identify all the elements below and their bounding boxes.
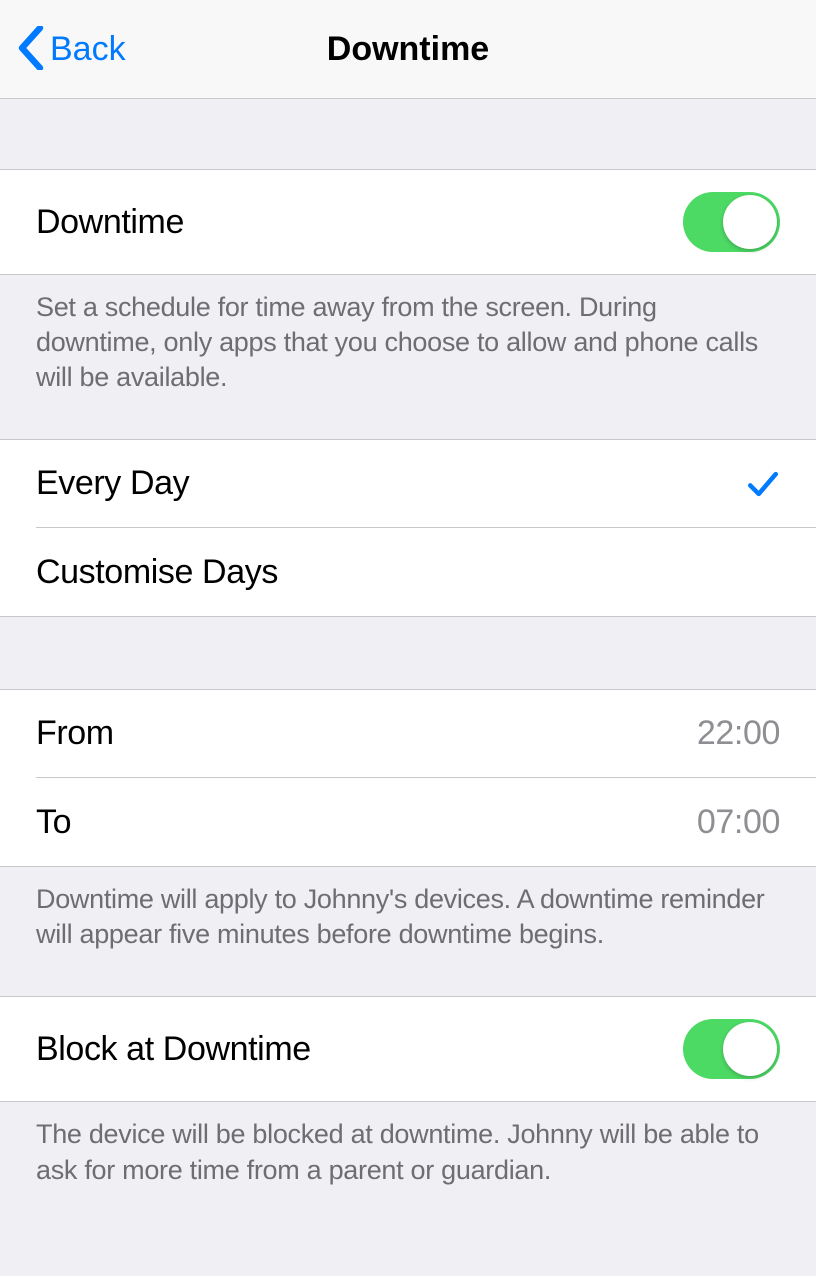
block-footer: The device will be blocked at downtime. …	[0, 1102, 816, 1203]
spacer	[0, 411, 816, 439]
block-toggle[interactable]	[683, 1019, 780, 1079]
downtime-toggle-row: Downtime	[0, 170, 816, 274]
toggle-knob	[723, 195, 777, 249]
to-label: To	[36, 803, 71, 842]
from-value: 22:00	[697, 714, 780, 753]
spacer	[0, 968, 816, 996]
chevron-left-icon	[18, 26, 44, 70]
schedule-mode-section: Every Day Customise Days	[0, 439, 816, 617]
block-label: Block at Downtime	[36, 1030, 311, 1069]
to-value: 07:00	[697, 803, 780, 842]
downtime-footer: Set a schedule for time away from the sc…	[0, 275, 816, 411]
downtime-toggle-section: Downtime	[0, 169, 816, 275]
navbar: Back Downtime	[0, 0, 816, 99]
customise-days-row[interactable]: Customise Days	[36, 528, 816, 616]
spacer	[0, 99, 816, 169]
customise-days-label: Customise Days	[36, 553, 278, 592]
from-label: From	[36, 714, 114, 753]
from-row[interactable]: From 22:00	[36, 690, 816, 778]
block-toggle-row: Block at Downtime	[0, 997, 816, 1101]
checkmark-icon	[746, 467, 780, 501]
downtime-toggle[interactable]	[683, 192, 780, 252]
back-button[interactable]: Back	[0, 0, 126, 98]
every-day-label: Every Day	[36, 464, 189, 503]
downtime-label: Downtime	[36, 203, 184, 242]
times-section: From 22:00 To 07:00	[0, 689, 816, 867]
to-row[interactable]: To 07:00	[36, 778, 816, 866]
block-section: Block at Downtime	[0, 996, 816, 1102]
every-day-row[interactable]: Every Day	[36, 440, 816, 528]
spacer	[0, 617, 816, 689]
toggle-knob	[723, 1022, 777, 1076]
times-footer: Downtime will apply to Johnny's devices.…	[0, 867, 816, 968]
back-label: Back	[50, 30, 126, 69]
